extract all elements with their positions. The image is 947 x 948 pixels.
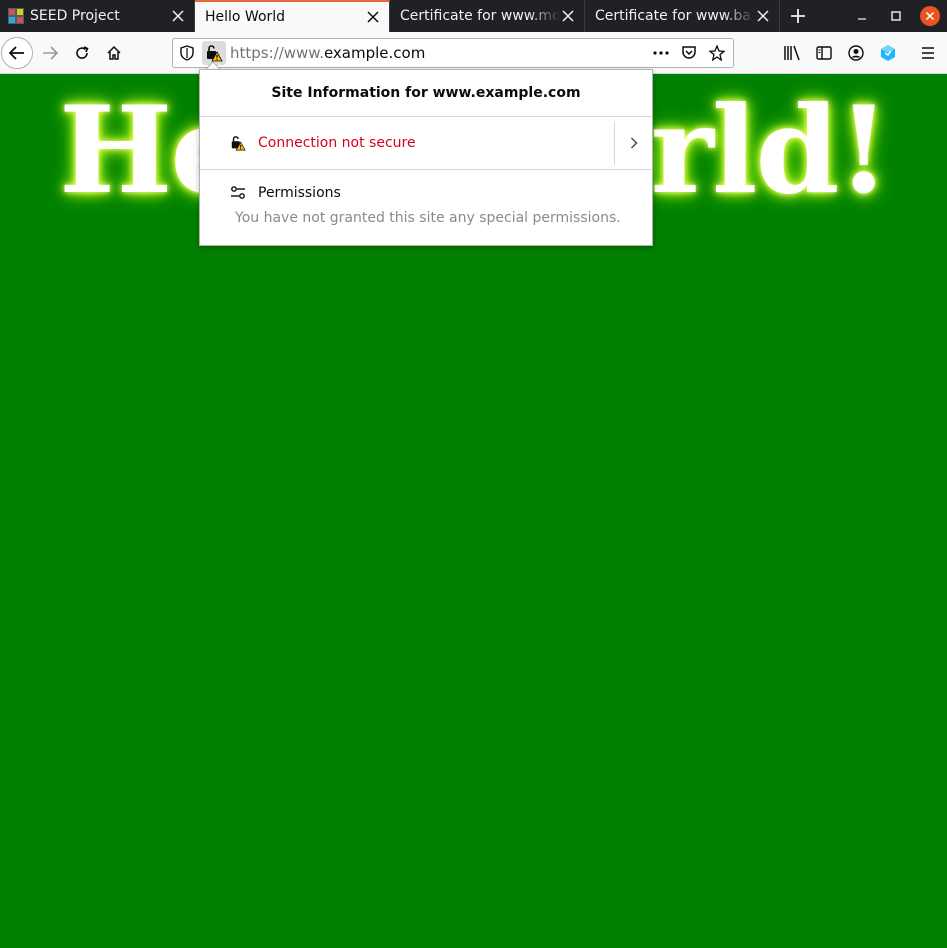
menu-icon[interactable] [915, 40, 941, 66]
tab-title: Certificate for www.mo [400, 8, 560, 24]
extension-icon[interactable] [875, 40, 901, 66]
pocket-icon[interactable] [677, 41, 701, 65]
url-bar[interactable]: https://www.example.com [172, 38, 734, 68]
url-text[interactable]: https://www.example.com [230, 44, 649, 62]
tracking-protection-icon[interactable] [177, 39, 197, 67]
chevron-right-icon [630, 137, 638, 149]
close-tab-icon[interactable] [560, 8, 576, 24]
back-button[interactable] [1, 37, 33, 69]
permissions-description: You have not granted this site any speci… [235, 210, 621, 226]
connection-status-label: Connection not secure [258, 135, 416, 151]
connection-details-button[interactable] [614, 121, 652, 165]
tab-certificate-1[interactable]: Certificate for www.mo [390, 0, 585, 32]
permissions-icon [231, 186, 245, 199]
permissions-section: Permissions You have not granted this si… [200, 170, 652, 226]
new-tab-button[interactable] [782, 0, 814, 32]
maximize-button[interactable] [882, 0, 910, 32]
url-host: example.com [323, 44, 426, 62]
page-actions-icon[interactable] [649, 41, 673, 65]
navigation-toolbar: https://www.example.com [0, 32, 947, 74]
home-button[interactable] [98, 37, 130, 69]
tab-certificate-2[interactable]: Certificate for www.ba [585, 0, 780, 32]
close-tab-icon[interactable] [170, 8, 186, 24]
minimize-button[interactable] [848, 0, 876, 32]
connection-security-row[interactable]: Connection not secure [200, 117, 652, 170]
account-icon[interactable] [843, 40, 869, 66]
seed-favicon-icon [8, 8, 24, 24]
panel-title: Site Information for www.example.com [200, 70, 652, 117]
tab-strip: SEED Project Hello World Certificate for… [0, 0, 947, 32]
tab-title: Hello World [205, 9, 286, 25]
forward-button[interactable] [34, 37, 66, 69]
reload-button[interactable] [66, 37, 98, 69]
close-tab-icon[interactable] [365, 9, 381, 25]
site-information-panel: Site Information for www.example.com Con… [199, 69, 653, 246]
sidebar-icon[interactable] [811, 40, 837, 66]
insecure-lock-icon [207, 45, 223, 62]
tab-title: Certificate for www.ba [595, 8, 751, 24]
permissions-label: Permissions [258, 185, 341, 201]
tab-hello-world[interactable]: Hello World [195, 0, 390, 32]
tab-title: SEED Project [30, 8, 120, 24]
insecure-lock-icon [231, 136, 246, 151]
close-tab-icon[interactable] [755, 8, 771, 24]
library-icon[interactable] [779, 40, 805, 66]
url-prefix: https://www. [230, 44, 324, 62]
tab-seed-project[interactable]: SEED Project [0, 0, 195, 32]
close-window-button[interactable] [916, 0, 944, 32]
bookmark-star-icon[interactable] [705, 41, 729, 65]
